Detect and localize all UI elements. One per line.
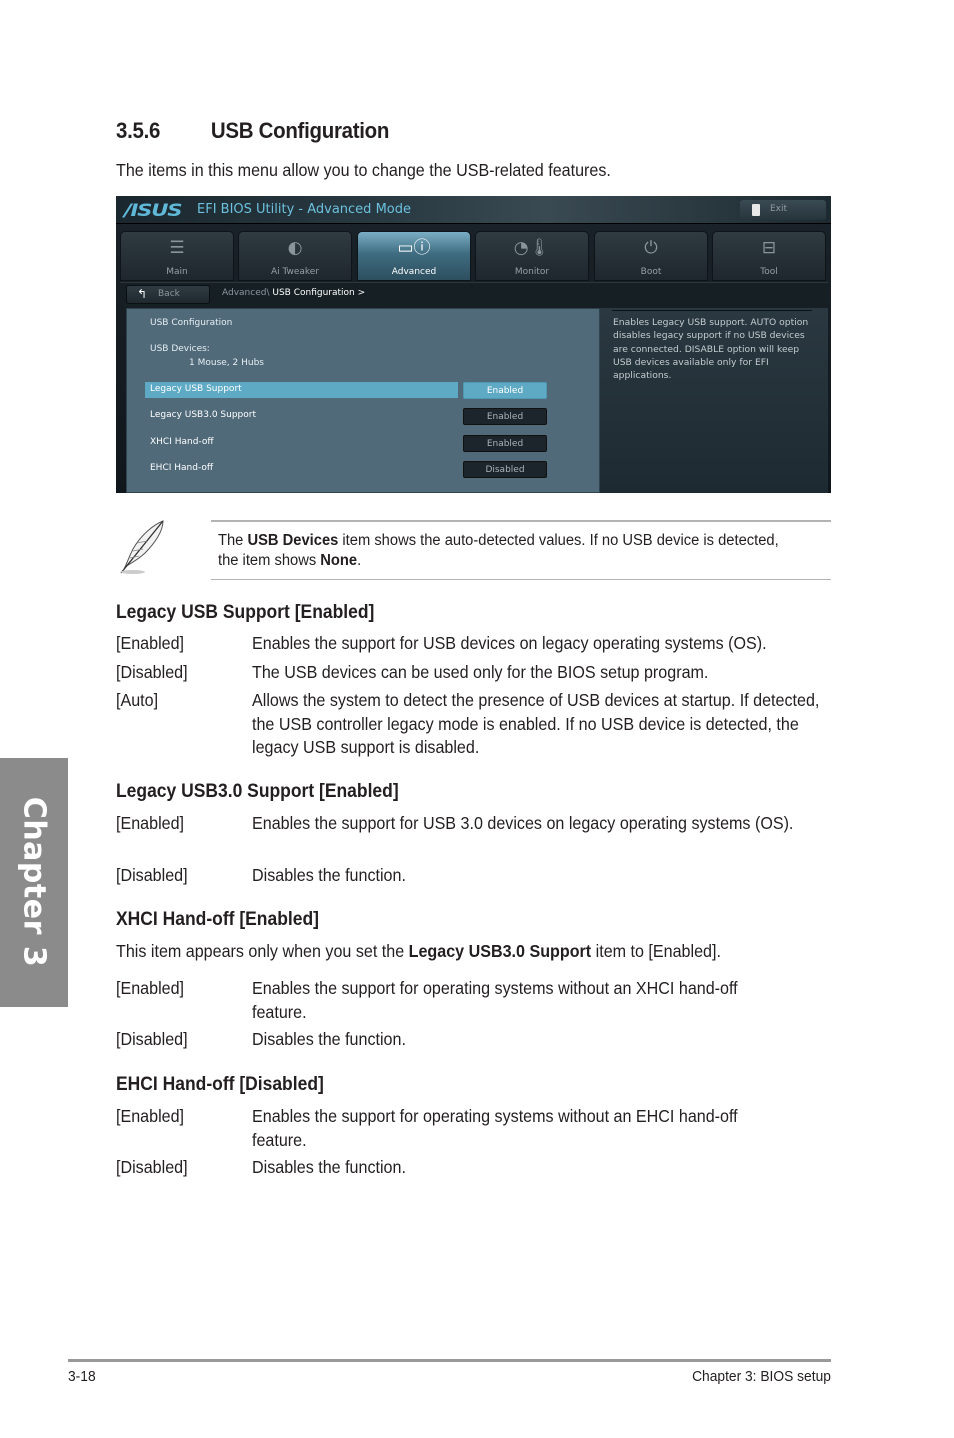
tweaker-icon: ◐ — [287, 238, 303, 258]
exit-button[interactable]: Exit — [740, 200, 826, 220]
breadcrumb: Advanced\ USB Configuration > — [222, 288, 365, 298]
asus-logo: /ISUS — [124, 201, 183, 221]
help-text: Enables Legacy USB support. AUTO option … — [613, 317, 809, 382]
help-panel: Enables Legacy USB support. AUTO option … — [600, 308, 828, 493]
usb-devices-value: 1 Mouse, 2 Hubs — [189, 358, 264, 368]
section-title-text: USB Configuration — [210, 118, 390, 143]
heading-legacy-usb3-support: Legacy USB3.0 Support [Enabled] — [116, 781, 399, 802]
heading-ehci-hand-off: EHCI Hand-off [Disabled] — [116, 1074, 324, 1095]
option-description: Enables the support for operating system… — [252, 1106, 738, 1150]
option-description: Allows the system to detect the presence… — [252, 690, 820, 757]
tab-boot[interactable]: ⏻ Boot — [594, 231, 708, 281]
heading-legacy-usb-support: Legacy USB Support [Enabled] — [116, 602, 375, 623]
option-label: [Disabled] — [116, 865, 188, 885]
tab-monitor[interactable]: ◔🌡 Monitor — [475, 231, 589, 281]
note-top-rule — [211, 520, 831, 522]
option-label: [Disabled] — [116, 1157, 188, 1177]
back-label: Back — [158, 289, 180, 299]
settings-panel: USB Configuration USB Devices: 1 Mouse, … — [126, 308, 600, 493]
back-arrow-icon: ↰ — [137, 287, 148, 301]
tab-label: Monitor — [514, 267, 550, 277]
section-title: 3.5.6 USB Configuration — [116, 118, 389, 144]
footer-rule — [68, 1359, 831, 1362]
heading-xhci-hand-off: XHCI Hand-off [Enabled] — [116, 909, 319, 930]
tab-label: Ai Tweaker — [270, 267, 320, 277]
option-description: Enables the support for operating system… — [252, 978, 738, 1022]
ehci-hand-off-value[interactable]: Disabled — [463, 461, 547, 478]
note-text: The USB Devices item shows the auto-dete… — [218, 531, 799, 571]
tab-label: Main — [166, 267, 188, 277]
section-number: 3.5.6 — [116, 118, 161, 143]
section-intro: The items in this menu allow you to chan… — [116, 160, 611, 180]
option-label: [Disabled] — [116, 1029, 188, 1049]
note-text-part: . — [357, 552, 362, 569]
option-label: [Enabled] — [116, 1106, 185, 1126]
option-label: [Enabled] — [116, 978, 185, 998]
note-bottom-rule — [211, 579, 831, 580]
advanced-info-icon: ▭ⓘ — [397, 238, 431, 258]
tab-main[interactable]: ☰ Main — [120, 231, 234, 281]
tab-label: Tool — [760, 267, 778, 277]
option-label: [Enabled] — [116, 633, 185, 653]
page-number: 3-18 — [68, 1368, 96, 1385]
option-description: Enables the support for USB 3.0 devices … — [252, 813, 794, 833]
feather-note-icon — [120, 520, 164, 574]
tab-ai-tweaker[interactable]: ◐ Ai Tweaker — [238, 231, 352, 281]
tab-tool[interactable]: ⊟ Tool — [712, 231, 826, 281]
note-text-part: The — [218, 532, 248, 549]
legacy-usb-support-value[interactable]: Enabled — [463, 382, 547, 399]
back-button[interactable]: ↰ Back — [126, 285, 210, 304]
exit-label: Exit — [770, 204, 788, 214]
panel-heading: USB Configuration — [150, 318, 233, 328]
toolbox-icon: ⊟ — [761, 238, 777, 258]
option-description: Disables the function. — [252, 1029, 406, 1049]
setting-xhci-hand-off[interactable]: XHCI Hand-off — [150, 437, 214, 447]
bios-screenshot: /ISUS EFI BIOS Utility - Advanced Mode E… — [116, 196, 831, 493]
setting-legacy-usb-support[interactable]: Legacy USB Support — [150, 384, 242, 394]
xhci-note-part: This item appears only when you set the — [116, 941, 409, 961]
monitor-thermometer-icon: ◔🌡 — [513, 238, 551, 258]
note-bold-none: None — [320, 552, 358, 569]
breadcrumb-current: USB Configuration > — [272, 288, 366, 298]
tab-label: Advanced — [391, 267, 437, 277]
xhci-note: This item appears only when you set the … — [116, 941, 721, 962]
xhci-note-bold: Legacy USB3.0 Support — [408, 941, 592, 961]
list-icon: ☰ — [169, 238, 185, 258]
option-label: [Disabled] — [116, 662, 188, 682]
tab-advanced[interactable]: ▭ⓘ Advanced — [357, 231, 471, 281]
bios-title: EFI BIOS Utility - Advanced Mode — [197, 202, 411, 217]
chapter-label: Chapter 3 — [16, 796, 52, 968]
setting-ehci-hand-off[interactable]: EHCI Hand-off — [150, 463, 213, 473]
bios-tabs: ☰ Main ◐ Ai Tweaker ▭ⓘ Advanced ◔🌡 Monit… — [120, 231, 830, 281]
xhci-hand-off-value[interactable]: Enabled — [463, 435, 547, 452]
option-description: Enables the support for USB devices on l… — [252, 633, 767, 653]
chapter-side-tab: Chapter 3 — [0, 758, 68, 1007]
note-bold-usb-devices: USB Devices — [247, 532, 339, 549]
setting-legacy-usb3-support[interactable]: Legacy USB3.0 Support — [150, 410, 256, 420]
legacy-usb3-support-value[interactable]: Enabled — [463, 408, 547, 425]
power-icon: ⏻ — [644, 238, 658, 258]
exit-door-icon — [752, 204, 760, 216]
bios-title-bar: /ISUS EFI BIOS Utility - Advanced Mode E… — [116, 196, 831, 224]
xhci-note-part: item to [Enabled]. — [591, 941, 721, 961]
option-label: [Auto] — [116, 690, 159, 710]
option-description: Disables the function. — [252, 865, 406, 885]
help-divider — [612, 310, 812, 311]
tab-label: Boot — [640, 267, 662, 277]
option-description: Disables the function. — [252, 1157, 406, 1177]
option-description: The USB devices can be used only for the… — [252, 662, 709, 682]
breadcrumb-bar: ↰ Back Advanced\ USB Configuration > — [120, 282, 828, 306]
option-label: [Enabled] — [116, 813, 185, 833]
footer-chapter: Chapter 3: BIOS setup — [692, 1368, 831, 1385]
breadcrumb-parent[interactable]: Advanced\ — [222, 288, 270, 298]
usb-devices-label: USB Devices: — [150, 344, 210, 354]
